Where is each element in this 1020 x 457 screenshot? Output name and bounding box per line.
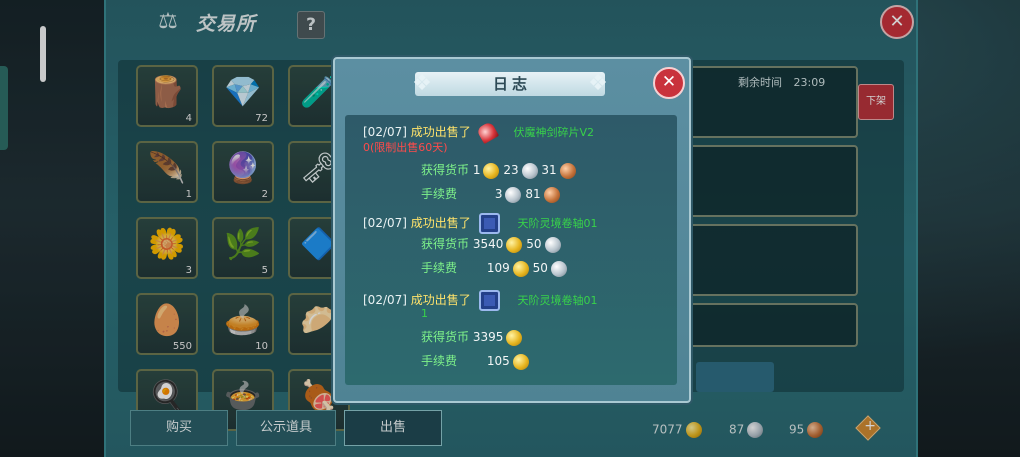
fee-label: 手续费: [421, 354, 458, 368]
earn-silver: 50: [526, 237, 542, 251]
copper-coin-icon: [559, 162, 576, 179]
silver-coin-icon: [505, 186, 522, 203]
fee-label: 手续费: [421, 261, 458, 275]
fee-label: 手续费: [421, 187, 458, 201]
entry-date: [02/07]: [363, 293, 407, 307]
scroll-box-icon: [478, 290, 500, 311]
log-list[interactable]: [02/07] 成功出售了 伏魔神剑碎片V2 0(限制出售60天) 获得货币 1…: [345, 115, 677, 385]
log-dialog: ❖ ❖ 日志 ✕ [02/07] 成功出售了 伏魔神剑碎片V2 0(限制出售60…: [333, 57, 691, 403]
gold-coin-icon: [506, 329, 523, 346]
entry-date: [02/07]: [363, 125, 407, 139]
fee-copper: 81: [525, 187, 541, 201]
earn-label: 获得货币: [421, 330, 470, 344]
entry-item-name: 天阶灵境卷轴01: [517, 294, 598, 307]
earn-copper: 31: [541, 163, 557, 177]
entry-date: [02/07]: [363, 216, 407, 230]
entry-sold-text: 成功出售了: [410, 293, 471, 307]
scroll-box-icon: [478, 213, 500, 234]
copper-coin-icon: [543, 186, 560, 203]
earn-label: 获得货币: [421, 237, 470, 251]
earn-gold: 3540: [472, 237, 504, 251]
fee-silver: 50: [532, 261, 548, 275]
silver-coin-icon: [544, 236, 561, 253]
earn-gold: 1: [472, 163, 481, 177]
dialog-title: 日志: [492, 75, 531, 93]
close-dialog-button[interactable]: ✕: [653, 67, 685, 99]
fee-silver: 3: [494, 187, 503, 201]
fee-gold: 109: [486, 261, 510, 275]
dialog-header: ❖ ❖ 日志 ✕: [335, 59, 689, 109]
silver-coin-icon: [550, 260, 567, 277]
entry-item-name-cont: 1: [421, 307, 428, 320]
fee-gold: 105: [486, 354, 510, 368]
red-shard-icon: [475, 120, 499, 145]
earn-silver: 23: [503, 163, 519, 177]
gold-coin-icon: [506, 236, 523, 253]
entry-item-name: 伏魔神剑碎片V2: [513, 126, 594, 139]
earn-label: 获得货币: [421, 163, 470, 177]
entry-sold-text: 成功出售了: [410, 125, 471, 139]
entry-item-name: 天阶灵境卷轴01: [517, 217, 598, 230]
silver-coin-icon: [521, 162, 538, 179]
earn-gold: 3395: [472, 330, 504, 344]
gold-coin-icon: [483, 162, 500, 179]
entry-sold-text: 成功出售了: [410, 216, 471, 230]
gold-coin-icon: [512, 353, 529, 370]
gold-coin-icon: [512, 260, 529, 277]
entry-item-restriction: 0(限制出售60天): [363, 141, 448, 154]
